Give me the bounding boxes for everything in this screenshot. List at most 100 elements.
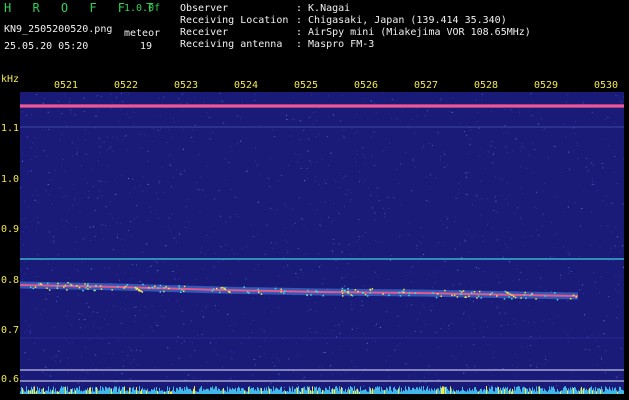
header-panel: H R O F F T 1.0.0f KN9_2505200520.png 25… [0, 0, 629, 73]
time-tick-0522: 0522 [114, 80, 139, 91]
drift-speckle [525, 297, 527, 300]
intensity-histogram [20, 386, 624, 394]
drift-speckle [520, 297, 522, 299]
drift-speckle [366, 295, 369, 297]
drift-speckle [141, 291, 144, 293]
info-label-receiver: Receiver [180, 27, 229, 38]
app-version: 1.0.0f [124, 3, 161, 14]
drift-speckle [513, 295, 515, 298]
drift-speckle [569, 298, 572, 300]
drift-speckle [85, 287, 87, 289]
drift-speckle [56, 287, 59, 289]
drift-speckle [371, 288, 374, 290]
drift-speckle [87, 288, 89, 290]
drift-speckle [451, 294, 453, 297]
drift-speckle [436, 293, 439, 295]
drift-speckle [220, 287, 222, 289]
drift-speckle [95, 285, 97, 287]
drift-speckle [341, 287, 344, 290]
drift-speckle [157, 287, 160, 289]
drift-speckle [341, 292, 344, 294]
drift-speckle [342, 295, 344, 297]
drift-speckle [211, 290, 214, 292]
drift-speckle [503, 298, 506, 300]
drift-speckle [116, 285, 119, 288]
drift-speckle [159, 284, 162, 287]
drift-speckle [70, 284, 73, 286]
drift-speckle [432, 292, 434, 294]
drift-speckle [183, 290, 185, 292]
drift-speckle [222, 286, 224, 289]
drift-speckle [219, 291, 221, 294]
drift-speckle [280, 288, 282, 291]
right-border [624, 73, 629, 400]
time-tick-0526: 0526 [354, 80, 379, 91]
drift-speckle [531, 293, 533, 295]
drift-speckle [152, 287, 154, 289]
drift-speckle [224, 288, 226, 290]
drift-speckle [148, 287, 150, 289]
drift-speckle [178, 285, 180, 287]
drift-speckle [46, 287, 48, 289]
drift-speckle [248, 292, 250, 294]
drift-speckle [138, 290, 140, 292]
drift-speckle [124, 285, 127, 288]
drift-speckle [89, 286, 91, 289]
drift-speckle [180, 291, 182, 293]
drift-speckle [307, 289, 309, 292]
freq-tick-0.7: 0.7 [1, 325, 20, 336]
noise-layer [20, 92, 624, 394]
drift-speckle [344, 290, 346, 292]
drift-speckle [508, 296, 510, 298]
drift-speckle [111, 289, 113, 291]
drift-speckle [243, 286, 245, 288]
drift-speckle [364, 293, 367, 296]
drift-speckle [511, 294, 513, 296]
drift-speckle [30, 286, 32, 289]
drift-speckle [322, 294, 324, 297]
freq-tick-0.8: 0.8 [1, 275, 20, 286]
drift-speckle [224, 287, 226, 289]
drift-speckle [480, 297, 482, 299]
drift-speckle [64, 284, 67, 287]
drift-speckle [509, 293, 511, 295]
drift-speckle [216, 287, 218, 290]
freq-tick-0.9: 0.9 [1, 224, 20, 235]
drift-speckle [464, 296, 466, 298]
drift-speckle [48, 289, 51, 291]
drift-speckle [63, 286, 65, 288]
drift-speckle [181, 289, 183, 291]
time-tick-0527: 0527 [414, 80, 439, 91]
drift-speckle [82, 289, 84, 292]
drift-speckle [507, 292, 509, 294]
drift-speckle [87, 283, 89, 285]
drift-speckle [369, 292, 372, 294]
drift-speckle [183, 285, 186, 288]
drift-speckle [362, 292, 364, 294]
time-tick-0521: 0521 [54, 80, 79, 91]
drift-speckle [524, 291, 526, 294]
drift-speckle [456, 296, 459, 298]
meteor-label: meteor [124, 28, 161, 39]
drift-speckle [402, 291, 405, 294]
drift-speckle [414, 292, 416, 294]
drift-speckle [100, 288, 103, 290]
drift-speckle [575, 296, 577, 298]
drift-speckle [468, 295, 470, 297]
drift-speckle [34, 286, 37, 288]
info-value-observer: : K.Nagai [296, 3, 351, 14]
drift-speckle [154, 285, 156, 287]
drift-speckle [163, 287, 165, 289]
drift-speckle [257, 288, 259, 291]
drift-speckle [504, 290, 507, 293]
drift-speckle [284, 290, 286, 292]
time-tick-0529: 0529 [534, 80, 559, 91]
drift-speckle [462, 290, 465, 292]
drift-speckle [556, 299, 559, 301]
drift-speckle [470, 291, 473, 294]
freq-tick-0.6: 0.6 [1, 374, 20, 385]
drift-speckle [478, 290, 481, 293]
drift-speckle [461, 291, 463, 293]
drift-speckle [280, 291, 282, 293]
drift-speckle [347, 290, 349, 293]
